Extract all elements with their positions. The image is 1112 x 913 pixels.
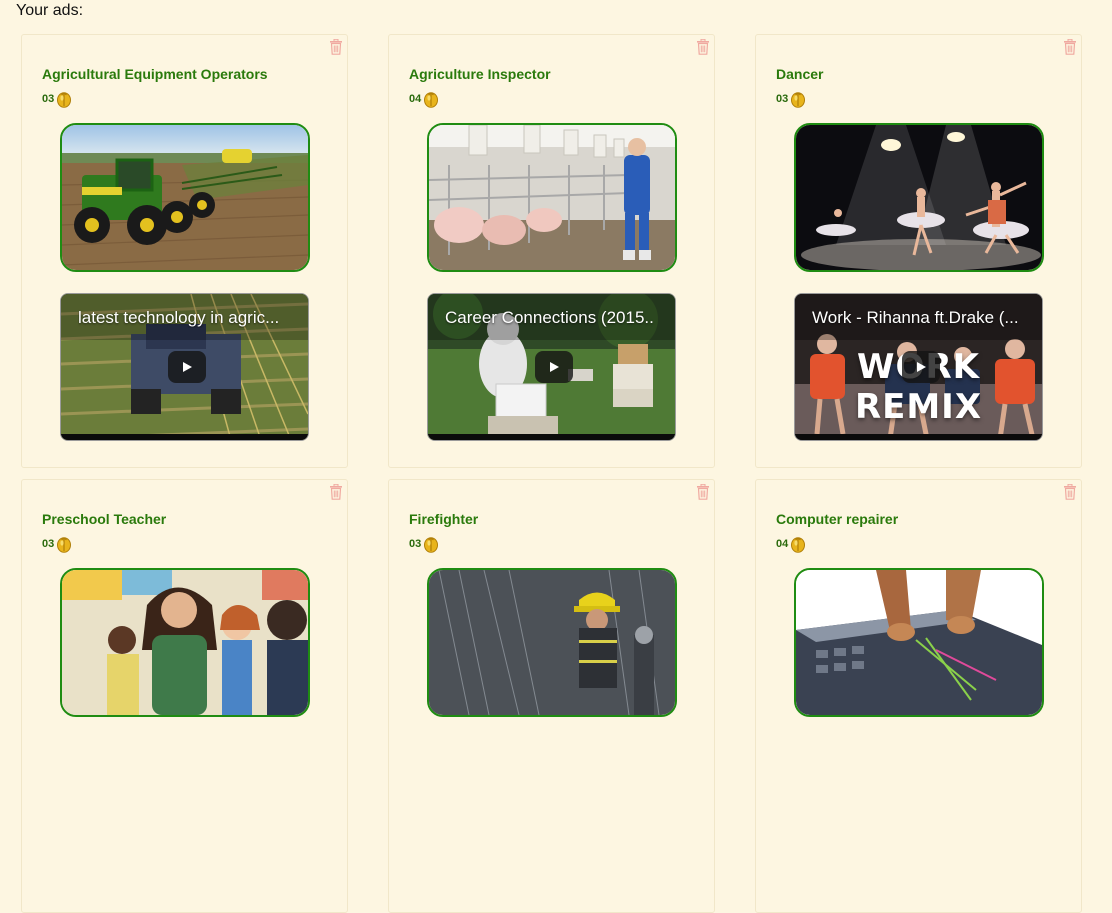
trash-icon[interactable]	[1063, 39, 1077, 55]
ad-photo[interactable]	[427, 123, 677, 272]
trash-icon[interactable]	[696, 39, 710, 55]
coin-count: 03	[409, 535, 439, 553]
tractor-in-field-image	[62, 125, 308, 270]
ad-photo[interactable]	[427, 568, 677, 717]
ad-card: Dancer 03 Work - Rihanna ft.Drake (... R…	[755, 34, 1082, 468]
ad-title[interactable]: Agricultural Equipment Operators	[42, 66, 268, 82]
inspector-in-pig-barn-image	[429, 125, 675, 270]
trash-icon[interactable]	[1063, 484, 1077, 500]
coin-count: 03	[42, 535, 72, 553]
coin-icon	[424, 537, 439, 553]
hands-inside-computer-case-image	[796, 570, 1042, 715]
coin-icon	[791, 92, 806, 108]
video-bottom-bar	[428, 434, 675, 440]
video-title: Career Connections (2015..	[445, 308, 654, 327]
ad-title[interactable]: Agriculture Inspector	[409, 66, 551, 82]
coin-count-value: 03	[42, 538, 55, 550]
ad-card: Computer repairer 04	[755, 479, 1082, 913]
coin-count-value: 04	[409, 93, 422, 105]
coin-count: 04	[409, 90, 439, 108]
firefighter-with-hose-image	[429, 570, 675, 715]
ad-photo[interactable]	[60, 568, 310, 717]
ad-photo[interactable]	[60, 123, 310, 272]
coin-count-value: 03	[776, 93, 789, 105]
coin-count-value: 03	[42, 93, 55, 105]
video-title: Work - Rihanna ft.Drake (...	[812, 308, 1019, 327]
video-bottom-bar	[61, 434, 308, 440]
video-thumbnail[interactable]: Work - Rihanna ft.Drake (... WORK REMIX	[794, 293, 1043, 441]
trash-icon[interactable]	[696, 484, 710, 500]
coin-icon	[57, 537, 72, 553]
play-icon	[183, 362, 192, 372]
trash-icon[interactable]	[329, 484, 343, 500]
video-title: latest technology in agric...	[78, 308, 280, 327]
ad-card: Agricultural Equipment Operators 03 late…	[21, 34, 348, 468]
ads-grid: Agricultural Equipment Operators 03 late…	[21, 34, 1082, 913]
play-button[interactable]	[535, 351, 573, 383]
ad-photo[interactable]	[794, 568, 1044, 717]
ad-card: Preschool Teacher 03	[21, 479, 348, 913]
teacher-with-children-image	[62, 570, 308, 715]
coin-count-value: 03	[409, 538, 422, 550]
ad-card: Agriculture Inspector 04 Career Connecti…	[388, 34, 715, 468]
video-thumbnail[interactable]: Career Connections (2015..	[427, 293, 676, 441]
play-icon	[917, 362, 926, 372]
ad-title[interactable]: Preschool Teacher	[42, 511, 166, 527]
coin-icon	[424, 92, 439, 108]
video-bottom-bar	[795, 434, 1042, 440]
page-heading: Your ads:	[16, 2, 84, 19]
ad-card: Firefighter 03	[388, 479, 715, 913]
video-thumbnail[interactable]: latest technology in agric...	[60, 293, 309, 441]
ad-title[interactable]: Firefighter	[409, 511, 478, 527]
ad-title[interactable]: Dancer	[776, 66, 823, 82]
coin-count-value: 04	[776, 538, 789, 550]
play-icon	[550, 362, 559, 372]
coin-count: 03	[776, 90, 806, 108]
coin-count: 04	[776, 535, 806, 553]
coin-icon	[791, 537, 806, 553]
play-button[interactable]	[168, 351, 206, 383]
ad-photo[interactable]	[794, 123, 1044, 272]
coin-icon	[57, 92, 72, 108]
trash-icon[interactable]	[329, 39, 343, 55]
play-button[interactable]	[902, 351, 940, 383]
ad-title[interactable]: Computer repairer	[776, 511, 898, 527]
coin-count: 03	[42, 90, 72, 108]
ballet-dancers-on-stage-image	[796, 125, 1042, 270]
